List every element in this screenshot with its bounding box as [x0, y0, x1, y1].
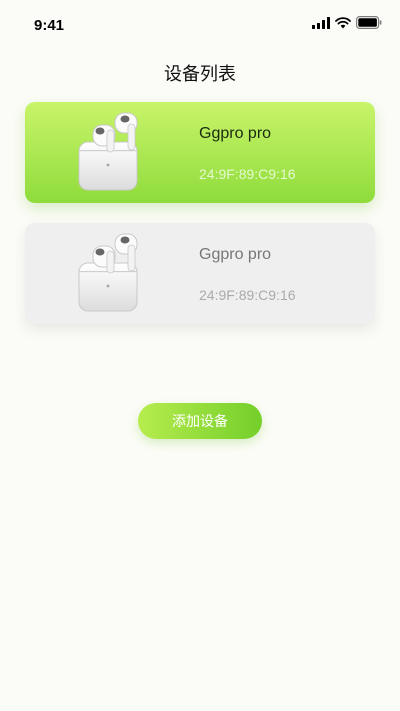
- device-card-unselected[interactable]: Ggpro pro 24:9F:89:C9:16: [25, 223, 375, 324]
- device-card-selected[interactable]: Ggpro pro 24:9F:89:C9:16: [25, 102, 375, 203]
- add-device-button[interactable]: 添加设备: [138, 403, 262, 439]
- battery-icon: [356, 16, 382, 29]
- device-mac-address: 24:9F:89:C9:16: [199, 287, 296, 303]
- signal-icon: [312, 16, 330, 29]
- status-time: 9:41: [34, 17, 65, 34]
- status-bar: 9:41: [0, 0, 400, 46]
- wifi-icon: [335, 16, 351, 28]
- device-mac-address: 24:9F:89:C9:16: [199, 166, 296, 182]
- status-icons: [312, 16, 382, 29]
- device-name: Ggpro pro: [199, 125, 272, 142]
- airpods-case-icon: [78, 112, 138, 191]
- airpods-case-icon: [78, 233, 138, 312]
- page-title: 设备列表: [164, 64, 236, 84]
- device-name: Ggpro pro: [199, 246, 272, 263]
